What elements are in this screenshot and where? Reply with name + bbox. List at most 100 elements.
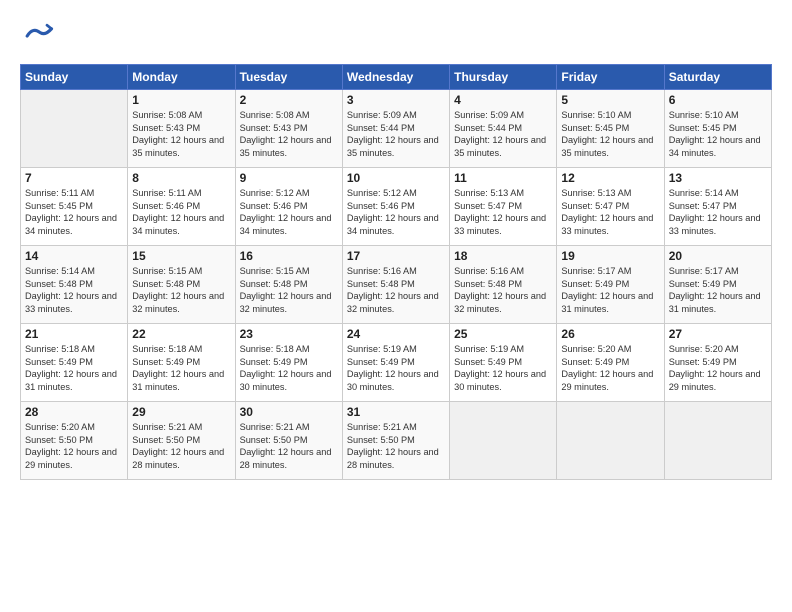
calendar-cell: 9 Sunrise: 5:12 AM Sunset: 5:46 PM Daylig… bbox=[235, 168, 342, 246]
day-info: Sunrise: 5:20 AM Sunset: 5:49 PM Dayligh… bbox=[561, 343, 659, 394]
day-number: 4 bbox=[454, 93, 552, 107]
day-number: 22 bbox=[132, 327, 230, 341]
day-info: Sunrise: 5:20 AM Sunset: 5:50 PM Dayligh… bbox=[25, 421, 123, 472]
day-number: 7 bbox=[25, 171, 123, 185]
day-number: 19 bbox=[561, 249, 659, 263]
day-info: Sunrise: 5:08 AM Sunset: 5:43 PM Dayligh… bbox=[132, 109, 230, 160]
header-day: Saturday bbox=[664, 65, 771, 90]
day-number: 17 bbox=[347, 249, 445, 263]
calendar-cell: 28 Sunrise: 5:20 AM Sunset: 5:50 PM Dayli… bbox=[21, 402, 128, 480]
calendar-cell: 30 Sunrise: 5:21 AM Sunset: 5:50 PM Dayli… bbox=[235, 402, 342, 480]
header-day: Sunday bbox=[21, 65, 128, 90]
calendar-cell: 29 Sunrise: 5:21 AM Sunset: 5:50 PM Dayli… bbox=[128, 402, 235, 480]
day-info: Sunrise: 5:21 AM Sunset: 5:50 PM Dayligh… bbox=[132, 421, 230, 472]
day-info: Sunrise: 5:12 AM Sunset: 5:46 PM Dayligh… bbox=[240, 187, 338, 238]
calendar-cell: 8 Sunrise: 5:11 AM Sunset: 5:46 PM Daylig… bbox=[128, 168, 235, 246]
calendar-cell: 19 Sunrise: 5:17 AM Sunset: 5:49 PM Dayli… bbox=[557, 246, 664, 324]
week-row: 1 Sunrise: 5:08 AM Sunset: 5:43 PM Daylig… bbox=[21, 90, 772, 168]
day-number: 11 bbox=[454, 171, 552, 185]
day-info: Sunrise: 5:14 AM Sunset: 5:47 PM Dayligh… bbox=[669, 187, 767, 238]
day-number: 16 bbox=[240, 249, 338, 263]
day-info: Sunrise: 5:19 AM Sunset: 5:49 PM Dayligh… bbox=[347, 343, 445, 394]
day-number: 27 bbox=[669, 327, 767, 341]
day-number: 14 bbox=[25, 249, 123, 263]
logo-icon bbox=[20, 18, 56, 54]
day-number: 10 bbox=[347, 171, 445, 185]
day-number: 25 bbox=[454, 327, 552, 341]
calendar-cell: 27 Sunrise: 5:20 AM Sunset: 5:49 PM Dayli… bbox=[664, 324, 771, 402]
calendar-cell: 15 Sunrise: 5:15 AM Sunset: 5:48 PM Dayli… bbox=[128, 246, 235, 324]
header-row: SundayMondayTuesdayWednesdayThursdayFrid… bbox=[21, 65, 772, 90]
calendar-cell: 12 Sunrise: 5:13 AM Sunset: 5:47 PM Dayli… bbox=[557, 168, 664, 246]
calendar-cell: 11 Sunrise: 5:13 AM Sunset: 5:47 PM Dayli… bbox=[450, 168, 557, 246]
header-day: Tuesday bbox=[235, 65, 342, 90]
calendar-cell: 20Sunrise: 5:17 AM Sunset: 5:49 PM Dayli… bbox=[664, 246, 771, 324]
day-info: Sunrise: 5:13 AM Sunset: 5:47 PM Dayligh… bbox=[561, 187, 659, 238]
day-info: Sunrise: 5:21 AM Sunset: 5:50 PM Dayligh… bbox=[240, 421, 338, 472]
day-info: Sunrise: 5:11 AM Sunset: 5:46 PM Dayligh… bbox=[132, 187, 230, 238]
day-number: 9 bbox=[240, 171, 338, 185]
day-info: Sunrise: 5:16 AM Sunset: 5:48 PM Dayligh… bbox=[347, 265, 445, 316]
day-number: 18 bbox=[454, 249, 552, 263]
day-info: Sunrise: 5:09 AM Sunset: 5:44 PM Dayligh… bbox=[347, 109, 445, 160]
day-number: 21 bbox=[25, 327, 123, 341]
header-day: Thursday bbox=[450, 65, 557, 90]
day-number: 6 bbox=[669, 93, 767, 107]
page: SundayMondayTuesdayWednesdayThursdayFrid… bbox=[0, 0, 792, 612]
day-number: 28 bbox=[25, 405, 123, 419]
day-info: Sunrise: 5:20 AM Sunset: 5:49 PM Dayligh… bbox=[669, 343, 767, 394]
calendar-body: 1 Sunrise: 5:08 AM Sunset: 5:43 PM Daylig… bbox=[21, 90, 772, 480]
day-info: Sunrise: 5:15 AM Sunset: 5:48 PM Dayligh… bbox=[132, 265, 230, 316]
calendar-cell: 5Sunrise: 5:10 AM Sunset: 5:45 PM Daylig… bbox=[557, 90, 664, 168]
day-info: Sunrise: 5:13 AM Sunset: 5:47 PM Dayligh… bbox=[454, 187, 552, 238]
calendar-cell: 4 Sunrise: 5:09 AM Sunset: 5:44 PM Daylig… bbox=[450, 90, 557, 168]
day-number: 12 bbox=[561, 171, 659, 185]
calendar-cell: 2 Sunrise: 5:08 AM Sunset: 5:43 PM Daylig… bbox=[235, 90, 342, 168]
day-info: Sunrise: 5:18 AM Sunset: 5:49 PM Dayligh… bbox=[240, 343, 338, 394]
week-row: 21 Sunrise: 5:18 AM Sunset: 5:49 PM Dayli… bbox=[21, 324, 772, 402]
calendar-cell: 6 Sunrise: 5:10 AM Sunset: 5:45 PM Daylig… bbox=[664, 90, 771, 168]
calendar-cell: 1 Sunrise: 5:08 AM Sunset: 5:43 PM Daylig… bbox=[128, 90, 235, 168]
calendar-cell: 26 Sunrise: 5:20 AM Sunset: 5:49 PM Dayli… bbox=[557, 324, 664, 402]
day-info: Sunrise: 5:15 AM Sunset: 5:48 PM Dayligh… bbox=[240, 265, 338, 316]
day-info: Sunrise: 5:09 AM Sunset: 5:44 PM Dayligh… bbox=[454, 109, 552, 160]
calendar: SundayMondayTuesdayWednesdayThursdayFrid… bbox=[20, 64, 772, 480]
calendar-cell: 18Sunrise: 5:16 AM Sunset: 5:48 PM Dayli… bbox=[450, 246, 557, 324]
calendar-cell bbox=[664, 402, 771, 480]
week-row: 14 Sunrise: 5:14 AM Sunset: 5:48 PM Dayli… bbox=[21, 246, 772, 324]
calendar-cell: 25 Sunrise: 5:19 AM Sunset: 5:49 PM Dayli… bbox=[450, 324, 557, 402]
week-row: 28 Sunrise: 5:20 AM Sunset: 5:50 PM Dayli… bbox=[21, 402, 772, 480]
day-info: Sunrise: 5:10 AM Sunset: 5:45 PM Dayligh… bbox=[669, 109, 767, 160]
header bbox=[20, 18, 772, 54]
header-day: Wednesday bbox=[342, 65, 449, 90]
calendar-cell: 13 Sunrise: 5:14 AM Sunset: 5:47 PM Dayli… bbox=[664, 168, 771, 246]
day-number: 26 bbox=[561, 327, 659, 341]
day-info: Sunrise: 5:14 AM Sunset: 5:48 PM Dayligh… bbox=[25, 265, 123, 316]
calendar-cell bbox=[21, 90, 128, 168]
day-number: 15 bbox=[132, 249, 230, 263]
calendar-cell: 23Sunrise: 5:18 AM Sunset: 5:49 PM Dayli… bbox=[235, 324, 342, 402]
day-info: Sunrise: 5:17 AM Sunset: 5:49 PM Dayligh… bbox=[669, 265, 767, 316]
calendar-cell: 14 Sunrise: 5:14 AM Sunset: 5:48 PM Dayli… bbox=[21, 246, 128, 324]
day-info: Sunrise: 5:17 AM Sunset: 5:49 PM Dayligh… bbox=[561, 265, 659, 316]
calendar-cell: 16 Sunrise: 5:15 AM Sunset: 5:48 PM Dayli… bbox=[235, 246, 342, 324]
day-info: Sunrise: 5:18 AM Sunset: 5:49 PM Dayligh… bbox=[25, 343, 123, 394]
day-info: Sunrise: 5:21 AM Sunset: 5:50 PM Dayligh… bbox=[347, 421, 445, 472]
day-info: Sunrise: 5:19 AM Sunset: 5:49 PM Dayligh… bbox=[454, 343, 552, 394]
day-info: Sunrise: 5:10 AM Sunset: 5:45 PM Dayligh… bbox=[561, 109, 659, 160]
day-info: Sunrise: 5:08 AM Sunset: 5:43 PM Dayligh… bbox=[240, 109, 338, 160]
calendar-cell bbox=[557, 402, 664, 480]
day-number: 2 bbox=[240, 93, 338, 107]
day-number: 13 bbox=[669, 171, 767, 185]
day-info: Sunrise: 5:11 AM Sunset: 5:45 PM Dayligh… bbox=[25, 187, 123, 238]
day-number: 1 bbox=[132, 93, 230, 107]
day-number: 8 bbox=[132, 171, 230, 185]
calendar-cell: 22 Sunrise: 5:18 AM Sunset: 5:49 PM Dayli… bbox=[128, 324, 235, 402]
day-number: 30 bbox=[240, 405, 338, 419]
day-info: Sunrise: 5:18 AM Sunset: 5:49 PM Dayligh… bbox=[132, 343, 230, 394]
week-row: 7 Sunrise: 5:11 AM Sunset: 5:45 PM Daylig… bbox=[21, 168, 772, 246]
day-number: 29 bbox=[132, 405, 230, 419]
header-day: Friday bbox=[557, 65, 664, 90]
header-day: Monday bbox=[128, 65, 235, 90]
calendar-cell: 10Sunrise: 5:12 AM Sunset: 5:46 PM Dayli… bbox=[342, 168, 449, 246]
